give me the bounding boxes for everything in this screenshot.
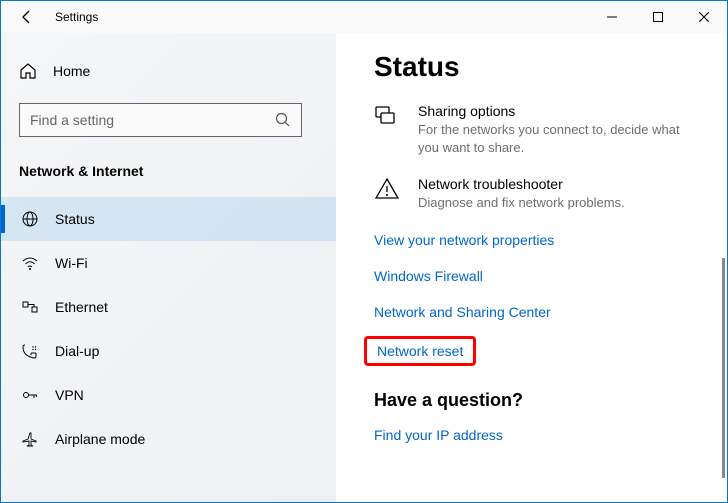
link-network-reset[interactable]: Network reset: [364, 336, 476, 366]
ethernet-icon: [21, 298, 39, 316]
search-input[interactable]: [30, 112, 275, 128]
dialup-icon: [21, 342, 39, 360]
airplane-icon: [21, 430, 39, 448]
option-sharing[interactable]: Sharing options For the networks you con…: [374, 103, 727, 156]
vpn-icon: [21, 386, 39, 404]
search-box[interactable]: [19, 103, 302, 137]
option-title: Sharing options: [418, 103, 697, 119]
option-title: Network troubleshooter: [418, 176, 625, 192]
question-heading: Have a question?: [374, 390, 727, 411]
sidebar-item-vpn[interactable]: VPN: [1, 373, 336, 417]
scrollbar[interactable]: [722, 258, 725, 478]
sidebar-item-status[interactable]: Status: [1, 197, 336, 241]
sidebar-item-label: Status: [55, 211, 95, 227]
sharing-icon: [374, 103, 400, 129]
back-icon[interactable]: [19, 9, 35, 25]
sidebar-item-wifi[interactable]: Wi-Fi: [1, 241, 336, 285]
sidebar-item-label: Dial-up: [55, 343, 99, 359]
option-troubleshooter[interactable]: Network troubleshooter Diagnose and fix …: [374, 176, 727, 212]
sidebar-item-label: VPN: [55, 387, 84, 403]
link-firewall[interactable]: Windows Firewall: [374, 268, 727, 284]
link-find-ip[interactable]: Find your IP address: [374, 427, 727, 443]
close-button[interactable]: [681, 1, 727, 33]
sidebar: Home Network & Internet Status Wi-Fi Eth…: [1, 33, 336, 502]
window-controls: [589, 1, 727, 33]
option-desc: Diagnose and fix network problems.: [418, 194, 625, 212]
links-block: View your network properties Windows Fir…: [374, 232, 727, 386]
option-desc: For the networks you connect to, decide …: [418, 121, 697, 156]
content-area: Home Network & Internet Status Wi-Fi Eth…: [1, 33, 727, 502]
option-text: Network troubleshooter Diagnose and fix …: [418, 176, 655, 212]
maximize-button[interactable]: [635, 1, 681, 33]
sidebar-item-dialup[interactable]: Dial-up: [1, 329, 336, 373]
link-view-properties[interactable]: View your network properties: [374, 232, 727, 248]
window-title: Settings: [55, 10, 98, 24]
troubleshooter-icon: [374, 176, 400, 202]
sidebar-item-ethernet[interactable]: Ethernet: [1, 285, 336, 329]
globe-icon: [21, 210, 39, 228]
home-icon: [19, 62, 37, 80]
sidebar-item-label: Ethernet: [55, 299, 108, 315]
page-title: Status: [374, 51, 727, 83]
nav-list: Status Wi-Fi Ethernet Dial-up VPN Airpla…: [1, 197, 336, 461]
minimize-button[interactable]: [589, 1, 635, 33]
home-label: Home: [53, 63, 90, 79]
sidebar-item-airplane[interactable]: Airplane mode: [1, 417, 336, 461]
sidebar-item-label: Wi-Fi: [55, 255, 88, 271]
titlebar: Settings: [1, 1, 727, 33]
main-panel: Status Sharing options For the networks …: [336, 33, 727, 502]
sidebar-item-label: Airplane mode: [55, 431, 145, 447]
option-text: Sharing options For the networks you con…: [418, 103, 727, 156]
wifi-icon: [21, 254, 39, 272]
link-sharing-center[interactable]: Network and Sharing Center: [374, 304, 727, 320]
home-nav[interactable]: Home: [19, 51, 336, 91]
search-icon: [275, 112, 291, 128]
category-label: Network & Internet: [19, 163, 336, 179]
